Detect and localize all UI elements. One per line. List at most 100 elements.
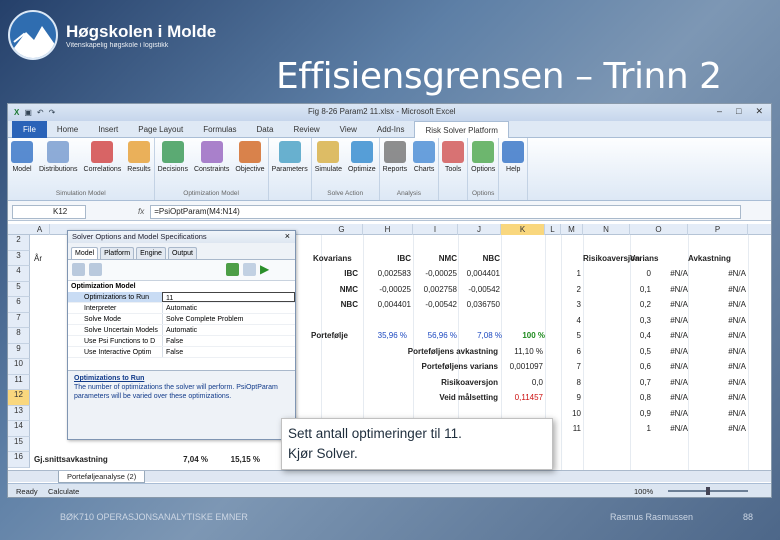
risk-cell[interactable]: #N/A [688,345,746,359]
zoom-slider[interactable] [668,487,748,495]
checkmark-icon[interactable] [226,263,239,276]
sheet-tab[interactable]: Porteføljeanalyse (2) [58,471,146,483]
dialog-tab-engine[interactable]: Engine [136,247,166,259]
summary-label[interactable]: Porteføljens avkastning [363,345,498,359]
cov-cell[interactable]: 0,004401 [458,267,500,281]
property-row[interactable]: Use Interactive Optim False [68,347,295,358]
cov-header-0[interactable]: Kovarians [313,252,358,266]
column-header-o[interactable]: O [630,224,688,235]
risk-cell[interactable]: 5 [561,329,581,343]
row-header-3[interactable]: 3 [8,250,30,266]
tab-home[interactable]: Home [47,121,88,138]
risk-header-1[interactable]: Varians [630,252,688,266]
dialog-tab-model[interactable]: Model [71,247,99,259]
tab-data[interactable]: Data [247,121,284,138]
cov-cell[interactable]: 0,002758 [413,283,457,297]
portfolio-label[interactable]: Portefølje [311,329,361,343]
property-value[interactable]: Solve Complete Problem [162,314,295,324]
summary-label[interactable]: Porteføljens varians [363,360,498,374]
risk-cell[interactable]: #N/A [688,329,746,343]
row-header-14[interactable]: 14 [8,421,30,437]
summary-value[interactable]: 0,001097 [501,360,543,374]
risk-cell[interactable]: #N/A [688,422,746,436]
risk-cell[interactable]: #N/A [688,267,746,281]
summary-label[interactable]: Veid målsetting [363,391,498,405]
row-header-11[interactable]: 11 [8,374,30,390]
cov-cell[interactable]: -0,00542 [413,298,457,312]
row-header-9[interactable]: 9 [8,343,30,359]
column-header-n[interactable]: N [583,224,630,235]
dialog-tab-platform[interactable]: Platform [100,247,135,259]
cov-cell[interactable]: IBC [313,267,358,281]
property-row[interactable]: Solve Uncertain Models Automatic [68,325,295,336]
risk-cell[interactable]: 4 [561,314,581,328]
model-button[interactable]: Model [8,138,36,190]
cov-cell[interactable]: -0,00025 [413,267,457,281]
risk-cell[interactable]: #N/A [630,360,688,374]
options-button[interactable]: Options [468,138,498,190]
row-header-6[interactable]: 6 [8,297,30,313]
tools-button[interactable]: Tools [439,138,467,190]
tab-formulas[interactable]: Formulas [193,121,246,138]
tab-review[interactable]: Review [283,121,329,138]
risk-cell[interactable]: 2 [561,283,581,297]
row-header-2[interactable]: 2 [8,235,30,251]
fx-icon[interactable]: fx [138,207,144,216]
portfolio-weight[interactable]: 7,08 % [458,329,502,343]
cov-cell[interactable]: NBC [313,298,358,312]
property-value[interactable]: False [162,336,295,346]
row-header-8[interactable]: 8 [8,328,30,344]
risk-cell[interactable]: #N/A [688,283,746,297]
cov-cell[interactable]: 0,004401 [366,298,411,312]
row3-label[interactable]: År [34,252,54,266]
simulate-button[interactable]: Simulate [312,138,345,190]
row-header-16[interactable]: 16 [8,452,30,468]
avg-return-0[interactable]: 7,04 % [158,453,208,467]
risk-cell[interactable]: #N/A [688,314,746,328]
column-header-j[interactable]: J [458,224,501,235]
filter-icon[interactable] [89,263,102,276]
risk-cell[interactable]: 3 [561,298,581,312]
decisions-button[interactable]: Decisions [155,138,191,190]
results-button[interactable]: Results [124,138,153,190]
risk-cell[interactable]: 8 [561,376,581,390]
undo-icon[interactable]: ↶ [37,108,44,117]
tab-risk-solver-platform[interactable]: Risk Solver Platform [414,120,509,138]
column-header-a[interactable]: A [30,224,50,235]
risk-cell[interactable]: 9 [561,391,581,405]
row-header-15[interactable]: 15 [8,436,30,452]
charts-button[interactable]: Charts [410,138,438,190]
help-button[interactable]: Help [499,138,527,190]
row-header-12[interactable]: 12 [8,390,30,406]
portfolio-weight[interactable]: 56,96 % [413,329,457,343]
correlations-button[interactable]: Correlations [81,138,125,190]
status-calculate[interactable]: Calculate [48,484,79,497]
row-header-4[interactable]: 4 [8,266,30,282]
risk-cell[interactable]: #N/A [688,360,746,374]
formula-input[interactable]: =PsiOptParam(M4:N14) [150,204,741,219]
redo-icon[interactable]: ↷ [49,108,56,117]
property-row[interactable]: Use Psi Functions to D False [68,336,295,347]
reports-button[interactable]: Reports [380,138,411,190]
parameters-button[interactable]: Parameters [269,138,311,190]
portfolio-weight[interactable]: 100 % [501,329,545,343]
risk-cell[interactable]: #N/A [630,298,688,312]
summary-value[interactable]: 11,10 % [501,345,543,359]
summary-value[interactable]: 0,11457 [501,391,543,405]
objective-button[interactable]: Objective [232,138,267,190]
tab-page-layout[interactable]: Page Layout [128,121,193,138]
dialog-tab-output[interactable]: Output [167,247,197,259]
optimize-button[interactable]: Optimize [345,138,379,190]
risk-header-2[interactable]: Avkastning [688,252,746,266]
column-header-m[interactable]: M [561,224,583,235]
portfolio-weight[interactable]: 35,96 % [363,329,407,343]
risk-cell[interactable]: 7 [561,360,581,374]
play-icon[interactable]: ▶ [260,263,273,276]
avg-return-1[interactable]: 15,15 % [210,453,260,467]
distributions-button[interactable]: Distributions [36,138,81,190]
risk-cell[interactable]: #N/A [630,376,688,390]
column-header-h[interactable]: H [363,224,413,235]
risk-cell[interactable]: #N/A [630,329,688,343]
row-header-13[interactable]: 13 [8,405,30,421]
risk-cell[interactable]: 11 [561,422,581,436]
